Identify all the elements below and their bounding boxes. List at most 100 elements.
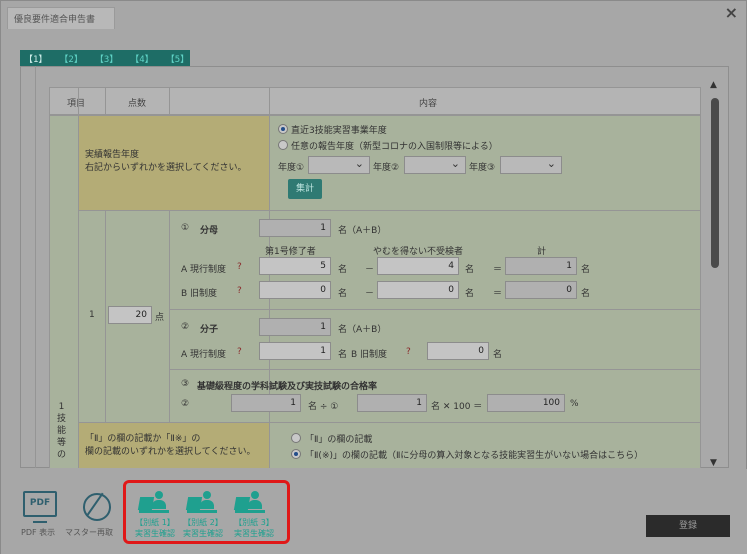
radio-ii-label: 「Ⅱ」の欄の記載 <box>305 435 373 445</box>
score-input[interactable]: 20 <box>108 306 152 324</box>
mei-unit: 名 <box>338 289 348 299</box>
year1-select[interactable] <box>308 156 370 174</box>
minus-sign: － <box>365 289 375 299</box>
denominator-current-total: 1 <box>505 257 577 275</box>
col-total: 計 <box>537 247 547 257</box>
radio-ii[interactable] <box>291 433 301 443</box>
mei-unit: 名 <box>493 350 503 360</box>
mei-unit: 名 <box>338 350 348 360</box>
modal-window: 優良要件適合申告書 × 【1】 【2】 【3】 【4】 【5】 ▲ ▼ 項目 点… <box>0 0 747 554</box>
pdf-icon[interactable]: PDF <box>23 491 57 517</box>
mei-unit: 名 <box>581 289 591 299</box>
trainee-doc-icon[interactable] <box>185 491 217 515</box>
tab-5[interactable]: 【5】 <box>166 52 189 65</box>
tab-4[interactable]: 【4】 <box>130 52 153 65</box>
rate-number: ③ <box>181 379 190 389</box>
calculate-button[interactable]: 集計 <box>288 179 322 199</box>
denominator-current-unavoidable[interactable]: 4 <box>377 257 459 275</box>
globe-icon[interactable] <box>83 493 111 521</box>
attachment-3-button[interactable]: 【別紙 3】 実習生確認 <box>227 517 281 539</box>
score-unit: 点 <box>155 313 165 323</box>
denominator-current-label: A 現行制度 <box>181 265 227 275</box>
pdf-label[interactable]: PDF 表示 <box>21 527 55 538</box>
close-icon[interactable]: × <box>725 3 738 22</box>
radio-optional-years[interactable] <box>278 140 288 150</box>
scroll-up-icon[interactable]: ▲ <box>710 80 717 90</box>
numerator-current-input[interactable]: 1 <box>259 342 331 360</box>
attachment-1-button[interactable]: 【別紙 1】 実習生確認 <box>129 517 181 539</box>
tab-2[interactable]: 【2】 <box>59 52 82 65</box>
mei-unit: 名 <box>465 289 475 299</box>
rate-denominator: 1 <box>357 394 427 412</box>
period-instruction: 実績報告年度 右記からいずれかを選択してください。 <box>85 150 247 173</box>
denominator-current-completed[interactable]: 5 <box>259 257 331 275</box>
equals-sign: ＝ <box>493 265 503 275</box>
year2-select[interactable] <box>404 156 466 174</box>
equals-sign: ＝ <box>493 289 503 299</box>
vertical-scrollbar[interactable]: ▲ ▼ <box>709 80 721 468</box>
denominator-number: ① <box>181 223 190 233</box>
numerator-old-label: B 旧制度 <box>351 350 388 360</box>
numerator-unit: 名（A＋B） <box>338 325 387 335</box>
col-completed: 第1号修了者 <box>265 247 316 257</box>
denominator-title: 分母 <box>200 226 219 236</box>
attachment-3-title: 【別紙 3】 <box>234 518 274 527</box>
year1-label: 年度① <box>278 163 305 173</box>
year3-label: 年度③ <box>469 163 496 173</box>
rate-percent: % <box>570 399 579 409</box>
radio-optional-years-label: 任意の報告年度（新型コロナの入国制限等による） <box>291 142 498 152</box>
radio-ii-star[interactable] <box>291 449 301 459</box>
tab-3[interactable]: 【3】 <box>95 52 118 65</box>
trainee-doc-icon[interactable] <box>137 491 169 515</box>
col-unavoidable: やむを得ない不受検者 <box>373 247 464 257</box>
rate-numerator: 1 <box>231 394 301 412</box>
attachment-3-subtitle: 実習生確認 <box>234 529 274 538</box>
radio-recent-years[interactable] <box>278 124 288 134</box>
footer-bar <box>1 469 747 554</box>
scroll-thumb[interactable] <box>711 98 719 268</box>
master-label[interactable]: マスター再取 <box>65 527 113 538</box>
section-tabs: 【1】 【2】 【3】 【4】 【5】 <box>20 50 190 66</box>
attachment-1-subtitle: 実習生確認 <box>135 529 175 538</box>
mei-unit: 名 <box>465 265 475 275</box>
numerator-title: 分子 <box>200 325 219 335</box>
minus-sign: － <box>365 265 375 275</box>
attachment-2-title: 【別紙 2】 <box>183 518 223 527</box>
help-icon[interactable]: ? <box>237 286 242 296</box>
trainee-doc-icon[interactable] <box>233 491 265 515</box>
mei-unit: 名 <box>581 265 591 275</box>
year2-label: 年度② <box>373 163 400 173</box>
year3-select[interactable] <box>500 156 562 174</box>
numerator-old-input[interactable]: 0 <box>427 342 489 360</box>
ii-instruction: 「Ⅱ」の欄の記載か「Ⅱ※」の 欄の記載のいずれかを選択してください。 <box>85 434 256 457</box>
numerator-total: 1 <box>259 318 331 336</box>
tab-1[interactable]: 【1】 <box>24 52 47 65</box>
rate-divide: 名 ÷ ① <box>308 402 339 412</box>
help-icon[interactable]: ? <box>237 347 242 357</box>
header-item: 項目 <box>67 99 86 109</box>
header-content: 内容 <box>419 99 438 109</box>
help-icon[interactable]: ? <box>237 262 242 272</box>
denominator-old-completed[interactable]: 0 <box>259 281 331 299</box>
denominator-old-total: 0 <box>505 281 577 299</box>
numerator-current-label: A 現行制度 <box>181 350 227 360</box>
register-button[interactable]: 登録 <box>646 515 730 537</box>
denominator-old-label: B 旧制度 <box>181 289 218 299</box>
attachment-2-subtitle: 実習生確認 <box>183 529 223 538</box>
denominator-old-unavoidable[interactable]: 0 <box>377 281 459 299</box>
attachment-1-title: 【別紙 1】 <box>135 518 175 527</box>
help-icon[interactable]: ? <box>406 347 411 357</box>
attachment-2-button[interactable]: 【別紙 2】 実習生確認 <box>177 517 229 539</box>
rate-title: 基礎級程度の学科試験及び実技試験の合格率 <box>197 382 378 392</box>
section-label: 1 技 能 等 の <box>57 402 67 460</box>
pdf-monitor-stand <box>33 519 47 523</box>
radio-recent-years-label: 直近3技能実習事業年度 <box>291 126 387 136</box>
table-header: 項目 点数 内容 <box>49 87 701 115</box>
scroll-down-icon[interactable]: ▼ <box>710 458 717 468</box>
denominator-total: 1 <box>259 219 331 237</box>
window-title: 優良要件適合申告書 <box>7 7 115 29</box>
header-score: 点数 <box>128 99 147 109</box>
radio-ii-star-label: 「Ⅱ(※)」の欄の記載（Ⅱに分母の算入対象となる技能実習生がいない場合はこちら） <box>305 451 644 461</box>
denominator-unit: 名（A＋B） <box>338 226 387 236</box>
rate-lhs: ② <box>181 399 190 409</box>
